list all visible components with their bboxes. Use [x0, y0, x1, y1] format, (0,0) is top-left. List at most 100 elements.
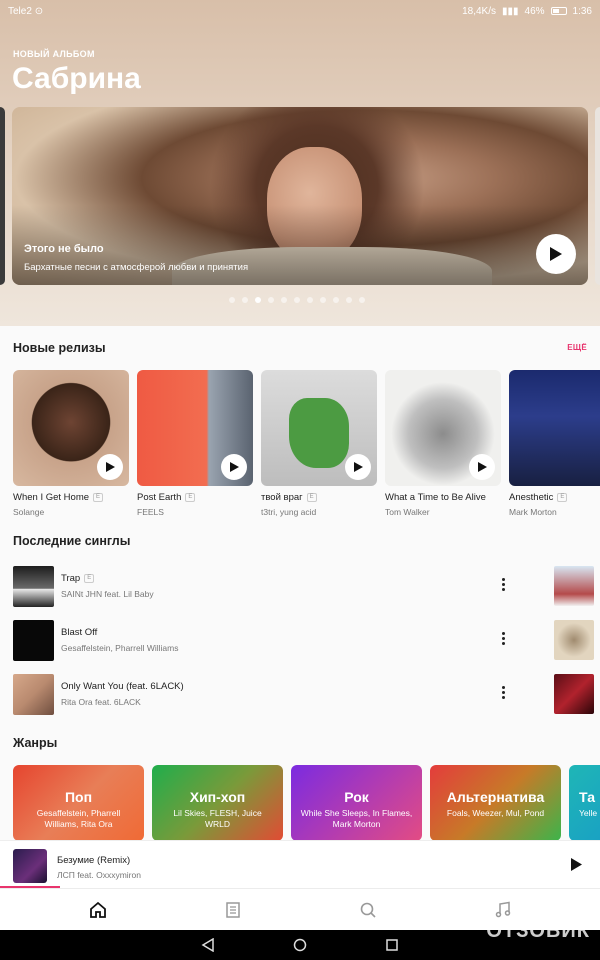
music-note-icon: [495, 901, 510, 917]
genre-card-partial[interactable]: Та Yelle: [569, 765, 600, 841]
release-play-button[interactable]: [345, 454, 371, 480]
single-row[interactable]: Trap E SAINt JHN feat. Lil Baby: [13, 565, 533, 607]
release-title-row: Post Earth E: [137, 492, 253, 503]
battery-percent: 46%: [524, 5, 545, 17]
play-icon: [105, 462, 115, 472]
play-icon: [550, 247, 562, 261]
side-playlist-cover[interactable]: [554, 620, 594, 660]
back-icon[interactable]: [201, 938, 215, 952]
genre-artists: Foals, Weezer, Mul, Pond: [446, 808, 545, 818]
release-card[interactable]: Anesthetic E Mark Morton: [509, 370, 600, 517]
carousel-dot[interactable]: [242, 297, 248, 303]
release-play-button[interactable]: [97, 454, 123, 480]
home-icon: [89, 901, 106, 918]
release-card[interactable]: When I Get Home E Solange: [13, 370, 129, 517]
release-play-button[interactable]: [469, 454, 495, 480]
carousel-dot[interactable]: [320, 297, 326, 303]
explicit-badge: E: [557, 493, 568, 502]
genre-artists: Lil Skies, FLESH, Juice WRLD: [173, 808, 262, 829]
clock: 1:36: [572, 5, 592, 17]
more-options-icon[interactable]: [501, 578, 505, 591]
release-card[interactable]: Post Earth E FEELS: [137, 370, 253, 517]
explicit-badge: E: [185, 493, 196, 502]
single-title: Blast Off: [61, 627, 98, 638]
single-artist: Gesaffelstein, Pharrell Williams: [61, 643, 179, 653]
single-row[interactable]: Blast Off Gesaffelstein, Pharrell Willia…: [13, 619, 533, 661]
carousel-dot[interactable]: [294, 297, 300, 303]
release-title-row: What a Time to Be Alive: [385, 492, 501, 503]
nav-home[interactable]: [78, 895, 118, 925]
release-card[interactable]: What a Time to Be Alive Tom Walker: [385, 370, 501, 517]
home-circle-icon[interactable]: [293, 938, 307, 952]
play-icon: [477, 462, 487, 472]
genre-card-hiphop[interactable]: Хип-хоп Lil Skies, FLESH, Juice WRLD: [152, 765, 283, 841]
release-card[interactable]: твой враг E t3tri, yung acid: [261, 370, 377, 517]
more-options-icon[interactable]: [501, 686, 505, 699]
signal-icon: ▮▮▮: [502, 5, 519, 17]
single-title: Trap: [61, 573, 81, 584]
carousel-dot[interactable]: [307, 297, 313, 303]
carousel-prev-peek[interactable]: [0, 107, 5, 285]
genres-heading: Жанры: [13, 736, 58, 750]
carousel-dot[interactable]: [268, 297, 274, 303]
side-playlist-cover[interactable]: [554, 566, 594, 606]
recents-icon[interactable]: [385, 938, 399, 952]
release-cover: [261, 370, 377, 486]
single-title: Only Want You (feat. 6LACK): [61, 681, 184, 692]
banner-play-button[interactable]: [536, 234, 576, 274]
nav-library[interactable]: [213, 895, 253, 925]
release-artist: Mark Morton: [509, 507, 557, 517]
genres-list: Поп Gesaffelstein, Pharrell Williams, Ri…: [13, 765, 600, 841]
carousel-dot[interactable]: [359, 297, 365, 303]
carousel-dot[interactable]: [346, 297, 352, 303]
release-play-button[interactable]: [221, 454, 247, 480]
play-icon: [229, 462, 239, 472]
single-text: Only Want You (feat. 6LACK) Rita Ora fea…: [61, 681, 184, 707]
banner-title: Этого не было: [24, 243, 104, 255]
now-playing-title: Безумие (Remix): [57, 855, 131, 866]
watermark-logo: ОТЗОВИК: [486, 920, 590, 942]
single-row[interactable]: Only Want You (feat. 6LACK) Rita Ora fea…: [13, 673, 533, 715]
release-title-row: When I Get Home E: [13, 492, 129, 503]
genre-name: Та: [579, 789, 595, 805]
carousel-dot[interactable]: [333, 297, 339, 303]
nav-search[interactable]: [348, 895, 388, 925]
carousel-dot[interactable]: [255, 297, 261, 303]
play-icon[interactable]: [571, 858, 582, 871]
genre-name: Хип-хоп: [189, 789, 246, 805]
more-options-icon[interactable]: [501, 632, 505, 645]
genre-name: Поп: [64, 789, 93, 805]
genre-card-pop[interactable]: Поп Gesaffelstein, Pharrell Williams, Ri…: [13, 765, 144, 841]
featured-banner[interactable]: Этого не было Бархатные песни с атмосфер…: [12, 107, 588, 285]
play-icon: [353, 462, 363, 472]
genre-name: Альтернатива: [446, 789, 545, 805]
banner-subtitle: Бархатные песни с атмосферой любви и при…: [24, 262, 249, 273]
release-cover: [509, 370, 600, 486]
hero-title[interactable]: Сабрина: [12, 62, 141, 96]
single-cover: [13, 673, 54, 715]
explicit-badge: E: [306, 493, 317, 502]
carousel-dot[interactable]: [229, 297, 235, 303]
explicit-badge: E: [84, 574, 95, 583]
carousel-dot[interactable]: [281, 297, 287, 303]
genre-artists: Gesaffelstein, Pharrell Williams, Rita O…: [36, 808, 121, 829]
carousel-dots: [229, 297, 365, 303]
side-playlist-cover[interactable]: [554, 674, 594, 714]
carousel-next-peek[interactable]: [595, 107, 600, 285]
hero-eyebrow: НОВЫЙ АЛЬБОМ: [13, 49, 95, 59]
single-cover: [13, 619, 54, 661]
mini-player[interactable]: Безумие (Remix) ЛСП feat. Oxxxymiron: [0, 840, 600, 888]
single-title-row: Trap E: [61, 573, 154, 584]
release-title: When I Get Home: [13, 492, 90, 503]
net-speed: 18,4K/s: [462, 5, 496, 17]
single-title-row: Only Want You (feat. 6LACK): [61, 681, 184, 692]
new-releases-more-link[interactable]: ЕЩЁ: [567, 343, 587, 352]
now-playing-artist: ЛСП feat. Oxxxymiron: [57, 870, 141, 880]
new-releases-heading: Новые релизы: [13, 341, 106, 355]
release-title: Anesthetic: [509, 492, 554, 503]
release-title-row: Anesthetic E: [509, 492, 600, 503]
genre-artists: While She Sleeps, In Flames, Mark Morton: [300, 808, 413, 829]
genre-card-rock[interactable]: Рок While She Sleeps, In Flames, Mark Mo…: [291, 765, 422, 841]
single-text: Trap E SAINt JHN feat. Lil Baby: [61, 573, 154, 599]
genre-card-alternative[interactable]: Альтернатива Foals, Weezer, Mul, Pond: [430, 765, 561, 841]
